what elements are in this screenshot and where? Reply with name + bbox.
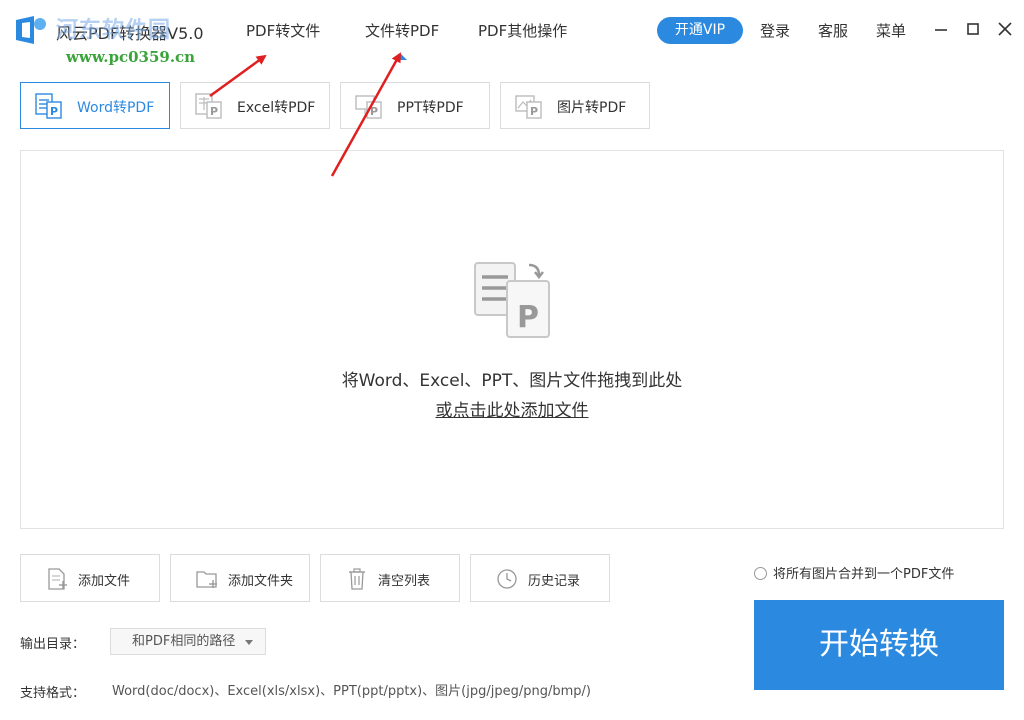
chevron-down-icon [245, 640, 253, 645]
add-folder-icon [196, 571, 217, 588]
subtab-image-to-pdf[interactable]: P 图片转PDF [500, 82, 650, 129]
formats-label: 支持格式： [20, 686, 86, 701]
subtab-word-to-pdf[interactable]: P Word转PDF [20, 82, 170, 129]
title-bar: 风云PDF转换器V5.0 河东软件园 www.pc0359.cn PDF转文件 … [0, 0, 1024, 66]
minimize-icon[interactable] [930, 18, 952, 40]
output-dir-value: 和PDF相同的路径 [132, 634, 236, 649]
action-label: 添加文件 [78, 574, 131, 589]
svg-text:P: P [530, 105, 538, 118]
svg-text:P: P [370, 105, 378, 118]
clock-icon [497, 569, 517, 589]
trash-icon [349, 568, 365, 590]
subtab-label: Excel转PDF [237, 100, 316, 116]
file-drop-zone[interactable]: P 将Word、Excel、PPT、图片文件拖拽到此处 或点击此处添加文件 [20, 150, 1004, 529]
subtab-label: 图片转PDF [557, 100, 627, 116]
svg-text:P: P [50, 105, 58, 118]
history-button[interactable]: 历史记录 [470, 554, 610, 602]
add-file-link[interactable]: 或点击此处添加文件 [436, 401, 589, 421]
merge-radio-icon[interactable] [754, 567, 767, 580]
action-label: 添加文件夹 [228, 574, 294, 589]
watermark-url: www.pc0359.cn [66, 48, 196, 66]
action-label: 清空列表 [378, 574, 431, 589]
ppt-doc-icon: P [355, 95, 382, 119]
output-dir-select[interactable]: 和PDF相同的路径 [110, 628, 266, 655]
svg-text:P: P [517, 300, 539, 335]
add-file-button[interactable]: 添加文件 [20, 554, 160, 602]
subtab-label: Word转PDF [77, 100, 155, 116]
tab-pdf-to-file[interactable]: PDF转文件 [246, 20, 320, 41]
close-icon[interactable] [994, 18, 1016, 40]
add-folder-button[interactable]: 添加文件夹 [170, 554, 310, 602]
image-doc-icon: P [515, 95, 542, 119]
merge-option-label: 将所有图片合并到一个PDF文件 [773, 567, 955, 582]
active-tab-indicator [395, 54, 407, 60]
add-file-icon [48, 568, 67, 590]
word-to-pdf-large-icon: P [474, 262, 550, 338]
add-file-link-row: 或点击此处添加文件 [21, 396, 1003, 421]
subtab-ppt-to-pdf[interactable]: P PPT转PDF [340, 82, 490, 129]
clear-list-button[interactable]: 清空列表 [320, 554, 460, 602]
excel-doc-icon: P [195, 93, 222, 119]
action-label: 历史记录 [528, 574, 581, 589]
output-dir-label: 输出目录： [20, 637, 86, 652]
merge-images-option[interactable]: 将所有图片合并到一个PDF文件 [754, 563, 954, 582]
service-link[interactable]: 客服 [818, 20, 848, 41]
vip-button[interactable]: 开通VIP [657, 17, 743, 44]
menu-link[interactable]: 菜单 [876, 20, 906, 41]
drop-hint-text: 将Word、Excel、PPT、图片文件拖拽到此处 [341, 371, 683, 391]
app-logo-icon [16, 16, 46, 44]
subtab-excel-to-pdf[interactable]: P Excel转PDF [180, 82, 330, 129]
svg-text:P: P [210, 105, 218, 118]
tab-file-to-pdf[interactable]: 文件转PDF [365, 20, 439, 41]
start-convert-button[interactable]: 开始转换 [754, 600, 1004, 690]
login-link[interactable]: 登录 [760, 20, 790, 41]
maximize-icon[interactable] [962, 18, 984, 40]
word-doc-icon: P [35, 93, 62, 119]
subtab-label: PPT转PDF [397, 100, 464, 116]
watermark-title: 河东软件园 [56, 17, 172, 43]
supported-formats: Word(doc/docx)、Excel(xls/xlsx)、PPT(ppt/p… [112, 684, 591, 699]
tab-pdf-other[interactable]: PDF其他操作 [478, 20, 567, 41]
